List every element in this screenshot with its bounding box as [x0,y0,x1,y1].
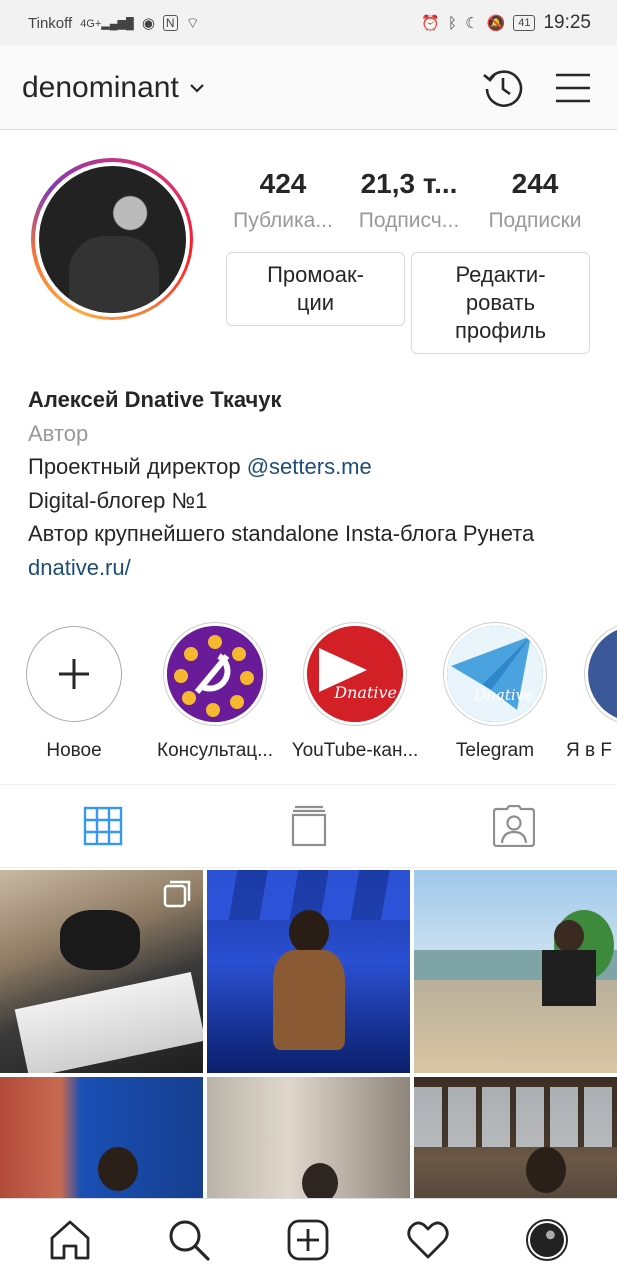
highlight-consult[interactable]: Консультац... [145,622,285,762]
nav-home[interactable] [40,1210,100,1270]
highlight-label: Новое [46,740,102,761]
category-label: Автор [28,420,89,446]
stat-followers-label: Подписч... [358,209,460,232]
highlight-label: YouTube-кан... [291,740,419,761]
highlight-new[interactable]: Новое [4,622,144,762]
website-link[interactable]: dnative.ru/ [28,551,598,585]
mention-link[interactable]: @setters.me [247,454,372,479]
stat-posts-label: Публика... [233,209,333,232]
highlight-label: Telegram [455,740,535,761]
eye-icon: ◉ [141,15,155,32]
post-thumbnail[interactable] [0,1077,203,1200]
stat-followers-value: 21,3 т... [360,168,458,199]
search-icon [169,1220,210,1261]
profile-bio: Алексей Dnative Ткачук Автор Проектный д… [28,383,598,584]
status-bar: Tinkoff 4G+▂▄▆█ ◉ N ⌔ ⏰ ᛒ ☾ 🔕 41 19:25 [0,0,617,46]
history-icon [483,69,523,107]
highlight-telegram[interactable]: Dnative Telegram [425,622,565,762]
profile-tabs [0,784,617,868]
mute-icon: 🔕 [486,15,506,32]
tagged-person-icon [493,805,536,847]
moon-icon: ☾ [465,15,479,32]
highlight-label: Консультац... [157,740,273,761]
highlight-facebook[interactable]: Я в F [566,622,617,762]
youtube-cover: Dnative [307,626,403,722]
posts-grid [0,870,617,1200]
carrier-label: Tinkoff [28,14,73,32]
story-highlights: Новое Консультац... Dnative YouTube-кан.… [0,622,617,772]
youtube-cover-text: Dnative [334,683,397,702]
post-thumbnail[interactable] [207,1077,410,1200]
nfc-icon: N [162,15,178,31]
post-thumbnail[interactable] [414,870,617,1073]
menu-button[interactable] [551,66,595,110]
post-thumbnail[interactable] [207,870,410,1073]
bio-line-1: Проектный директор @setters.me [28,450,598,484]
highlight-label: Я в F [566,740,612,761]
nav-new-post[interactable] [278,1210,338,1270]
facebook-cover [588,626,617,722]
bluetooth-icon: ᛒ [448,14,458,32]
bio-line-2: Digital-блогер №1 [28,487,208,513]
stat-posts-value: 424 [259,168,307,199]
chevron-down-icon [190,83,204,93]
full-name: Алексей Dnative Ткачук [28,387,282,412]
profile-stats: 424 Публика... 21,3 т... Подписч... 244 … [224,164,594,238]
top-app-bar: denominant [0,46,617,130]
promotions-button-label: Промоак- ции [267,262,364,315]
tab-tagged[interactable] [411,785,617,867]
wifi-icon: ⌔ [185,14,200,32]
tv-icon [291,805,326,847]
signal-icon: 4G+▂▄▆█ [80,17,134,30]
nav-search[interactable] [159,1210,219,1270]
hamburger-icon [556,73,590,102]
edit-profile-button-label: Редакти- ровать профиль [454,262,547,343]
telegram-cover-text: Dnative [474,686,533,704]
tab-grid[interactable] [0,785,206,867]
profile-avatar[interactable] [31,158,193,320]
avatar-photo [38,165,186,313]
consult-cover [167,626,263,722]
tab-igtv[interactable] [206,785,412,867]
nav-activity[interactable] [398,1210,458,1270]
stat-following-label: Подписки [488,209,582,232]
alarm-icon: ⏰ [421,15,441,32]
post-thumbnail[interactable] [414,1077,617,1200]
edit-profile-button[interactable]: Редакти- ровать профиль [411,252,590,354]
post-thumbnail[interactable] [0,870,203,1073]
account-switcher[interactable]: denominant [22,71,205,105]
highlight-youtube[interactable]: Dnative YouTube-кан... [285,622,425,762]
telegram-cover: Dnative [447,626,543,722]
grid-icon [83,806,123,846]
home-icon [50,1220,90,1259]
multiple-posts-icon [163,880,191,908]
battery-icon: 41 [513,15,536,31]
profile-avatar-icon [526,1218,569,1261]
stat-followers[interactable]: 21,3 т... Подписч... [350,164,468,238]
bio-line-1-text: Проектный директор [28,454,247,479]
bio-line-3: Автор крупнейшего standalone Insta-блога… [28,521,535,546]
nav-profile[interactable] [517,1210,577,1270]
clock-label: 19:25 [543,12,591,33]
stat-following[interactable]: 244 Подписки [476,164,594,238]
stat-following-value: 244 [511,168,559,199]
plus-icon [59,659,89,689]
add-post-icon [288,1219,329,1260]
heart-icon [407,1221,449,1258]
bottom-navigation [0,1198,617,1280]
archive-button[interactable] [481,66,525,110]
promotions-button[interactable]: Промоак- ции [226,252,405,326]
stat-posts[interactable]: 424 Публика... [224,164,342,238]
username-label: denominant [22,70,179,104]
